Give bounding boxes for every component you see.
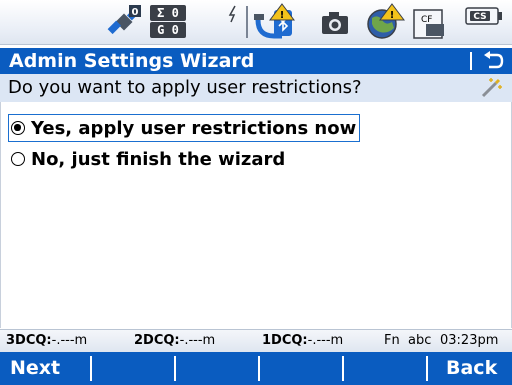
magic-wand-icon xyxy=(481,78,502,98)
svg-text:!: ! xyxy=(280,10,285,21)
next-button[interactable]: Next xyxy=(10,352,60,385)
cf-card-icon: CF xyxy=(413,9,444,39)
title-bar: Admin Settings Wizard xyxy=(0,48,512,74)
cq3d: 3DCQ:-.---m xyxy=(6,333,88,348)
svg-text:!: ! xyxy=(390,10,395,21)
option-label: No, just finish the wizard xyxy=(31,148,286,170)
softkey-bar: Next Back xyxy=(0,352,512,385)
cf-label: CF xyxy=(421,15,432,25)
bluetooth-warning-icon: ! xyxy=(254,3,295,39)
globe-warning-icon: ! xyxy=(367,3,405,39)
question-text: Do you want to apply user restrictions? xyxy=(8,77,362,98)
clock: 03:23pm xyxy=(440,333,499,348)
softkey-separator xyxy=(342,356,344,381)
option-label: Yes, apply user restrictions now xyxy=(31,117,357,139)
title-separator xyxy=(470,52,472,70)
battery-label: CS xyxy=(473,12,486,22)
input-mode: abc xyxy=(408,333,432,348)
radio-unselected-icon[interactable] xyxy=(11,152,25,166)
cq2d: 2DCQ:-.---m xyxy=(134,333,216,348)
satellite-count: 0 xyxy=(132,7,139,18)
radio-selected-icon[interactable] xyxy=(11,121,25,135)
quality-bar: 3DCQ:-.---m 2DCQ:-.---m 1DCQ:-.---m Fn a… xyxy=(0,329,512,352)
glonass-count: Σ 0 xyxy=(150,5,186,21)
status-separator xyxy=(246,6,248,38)
back-button[interactable]: Back xyxy=(446,352,497,385)
option-no-finish[interactable]: No, just finish the wizard xyxy=(8,146,285,172)
cq1d: 1DCQ:-.---m xyxy=(262,333,344,348)
fn-indicator: Fn xyxy=(384,333,400,348)
lightning-icon xyxy=(228,5,236,23)
option-yes-apply[interactable]: Yes, apply user restrictions now xyxy=(8,114,361,142)
satellite-count-box: Σ 0 G 0 xyxy=(150,4,186,38)
camera-icon xyxy=(322,12,348,34)
softkey-separator xyxy=(426,356,428,381)
battery-cs-icon: CS xyxy=(465,7,502,25)
question-row: Do you want to apply user restrictions? xyxy=(0,74,512,102)
status-bar: 0 Σ 0 G 0 ! ! CF CS xyxy=(0,0,512,45)
softkey-separator xyxy=(174,356,176,381)
softkey-separator xyxy=(258,356,260,381)
gps-count: G 0 xyxy=(150,22,186,38)
softkey-separator xyxy=(90,356,92,381)
satellite-icon: 0 xyxy=(107,5,141,35)
back-arrow-icon[interactable] xyxy=(480,50,506,72)
page-title: Admin Settings Wizard xyxy=(9,50,255,72)
